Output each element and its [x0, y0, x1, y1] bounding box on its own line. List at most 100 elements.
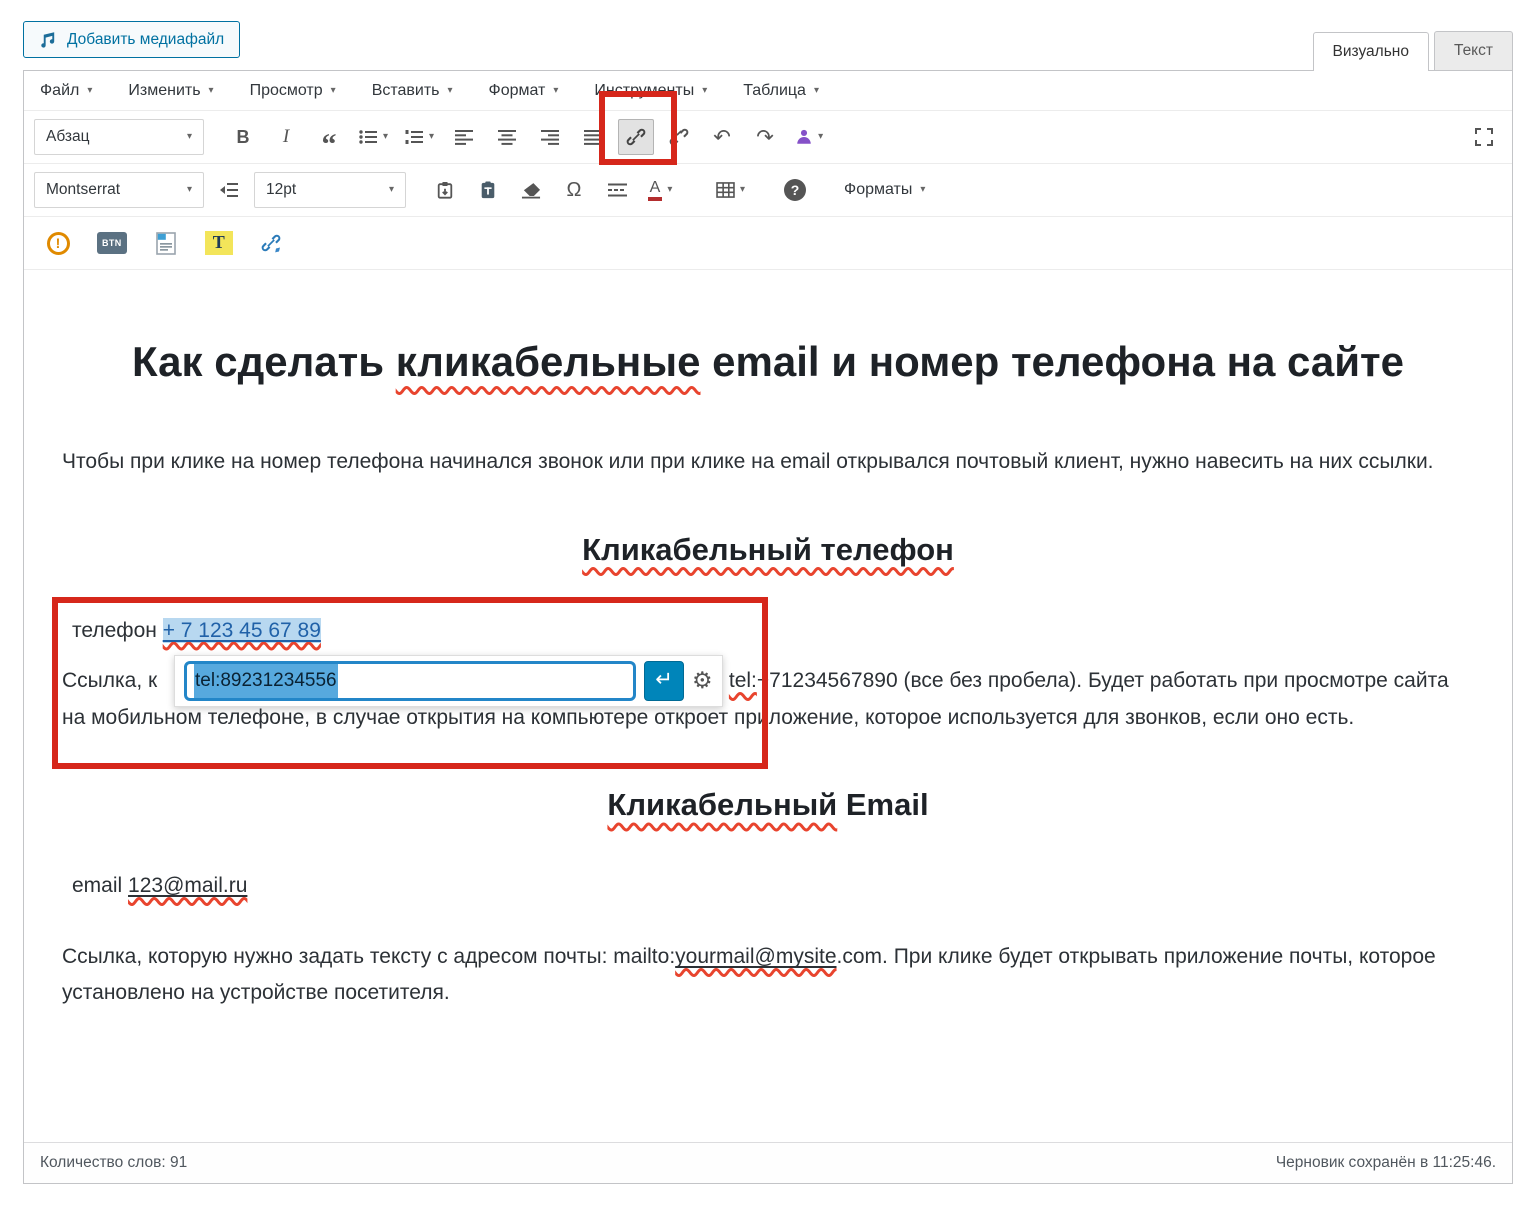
tel-scheme-text: tel: — [728, 669, 757, 693]
tab-text[interactable]: Текст — [1433, 31, 1513, 70]
table-icon — [716, 182, 735, 198]
help-button[interactable]: ? — [777, 172, 813, 208]
read-more-icon — [607, 183, 627, 197]
outdent-icon — [219, 183, 238, 197]
phone-link[interactable]: + 7 123 45 67 89 — [163, 619, 321, 642]
tab-visual[interactable]: Визуально — [1312, 32, 1429, 71]
page-template-button[interactable] — [148, 225, 184, 261]
block-format-select[interactable]: Абзац ▾ — [34, 119, 204, 155]
font-size-value: 12pt — [266, 181, 297, 198]
page-icon — [155, 231, 176, 255]
justify-button[interactable] — [575, 119, 611, 155]
warning-shortcode-button[interactable]: ! — [40, 225, 76, 261]
align-left-icon — [455, 129, 474, 145]
menu-insert-label: Вставить — [371, 82, 440, 99]
title-text-rest: email и номер телефона на сайте — [700, 338, 1404, 385]
button-shortcode-button[interactable]: BTN — [92, 225, 132, 261]
menu-tools[interactable]: Инструменты ▾ — [594, 82, 707, 100]
status-bar: Количество слов: 91 Черновик сохранён в … — [24, 1142, 1512, 1183]
clipboard-icon — [481, 181, 495, 198]
email-link[interactable]: 123@mail.ru — [128, 874, 247, 897]
paste-as-text-button[interactable] — [427, 172, 463, 208]
chevron-down-icon: ▾ — [383, 131, 389, 142]
numbered-list-button[interactable]: ▾ — [400, 119, 439, 155]
email-line: email 123@mail.ru — [62, 868, 1474, 905]
email-heading-rest: Email — [837, 787, 929, 823]
accessibility-check-button[interactable]: ▾ — [790, 119, 828, 155]
outdent-button[interactable] — [211, 172, 247, 208]
undo-button[interactable]: ↶ — [704, 119, 740, 155]
fullscreen-button[interactable] — [1466, 119, 1502, 155]
fullscreen-icon — [1475, 128, 1493, 146]
chevron-down-icon: ▾ — [813, 85, 819, 96]
phone-para-prefix: Ссылка, к — [62, 669, 158, 693]
paste-from-word-button[interactable] — [470, 172, 506, 208]
email-link-squiggle: 123@mail.ru — [128, 874, 247, 897]
highlight-t-icon: T — [204, 230, 233, 256]
eraser-icon — [521, 182, 541, 198]
chevron-down-icon: ▾ — [186, 131, 192, 142]
editor-frame: Файл ▾ Изменить ▾ Просмотр ▾ Вставить ▾ Форм… — [23, 70, 1513, 1184]
read-more-button[interactable] — [599, 172, 635, 208]
redo-button[interactable]: ↷ — [747, 119, 783, 155]
formats-dropdown[interactable]: Форматы ▾ — [834, 181, 935, 199]
insert-link-button[interactable] — [618, 119, 655, 155]
align-left-button[interactable] — [446, 119, 482, 155]
align-center-button[interactable] — [489, 119, 525, 155]
text-color-button[interactable]: A ▾ — [642, 172, 678, 208]
phone-heading-text: Кликабельный телефон — [582, 531, 954, 567]
align-right-button[interactable] — [532, 119, 568, 155]
chevron-down-icon: ▾ — [553, 85, 559, 96]
email-heading-misspelled: Кликабельный — [607, 787, 838, 823]
insert-edit-link-button[interactable] — [254, 225, 290, 261]
paste-as-text-icon — [437, 181, 453, 199]
apply-link-button[interactable]: ↵ — [644, 660, 684, 701]
italic-button[interactable]: I — [268, 119, 304, 155]
media-note-icon — [41, 32, 55, 48]
text-highlight-button[interactable]: T — [200, 225, 238, 261]
bullet-list-button[interactable]: ▾ — [354, 119, 393, 155]
bold-button[interactable]: B — [225, 119, 261, 155]
font-family-select[interactable]: Montserrat ▾ — [34, 172, 204, 208]
blockquote-button[interactable]: “ — [311, 119, 347, 160]
editor-content-area[interactable]: Как сделать кликабельные email и номер т… — [24, 270, 1512, 1142]
menu-format[interactable]: Формат ▾ — [489, 82, 559, 100]
remove-link-button[interactable] — [661, 119, 697, 155]
special-character-button[interactable]: Ω — [556, 172, 592, 208]
phone-section-heading: Кликабельный телефон — [62, 523, 1474, 577]
menu-file[interactable]: Файл ▾ — [40, 82, 92, 100]
unlink-icon — [669, 128, 689, 146]
font-size-select[interactable]: 12pt ▾ — [254, 172, 406, 208]
enter-icon: ↵ — [655, 668, 673, 692]
menu-view[interactable]: Просмотр ▾ — [250, 82, 336, 100]
warning-icon: ! — [46, 231, 70, 255]
toolbar-row-2: Montserrat ▾ 12pt ▾ Ω A ▾ ▾ ? Форматы ▾ — [24, 164, 1512, 217]
email-label: email — [72, 874, 129, 898]
chevron-down-icon: ▾ — [186, 184, 192, 195]
menu-format-label: Формат — [488, 82, 546, 99]
chevron-down-icon: ▾ — [740, 184, 746, 195]
phone-demo-block: телефон + 7 123 45 67 89 Ссылка, к: tel:… — [52, 596, 1474, 769]
link-button-wrapper — [599, 91, 678, 165]
person-icon — [797, 129, 811, 144]
menu-table-label: Таблица — [743, 82, 806, 99]
selected-url-text: tel:89231234556 — [194, 663, 338, 698]
email-para-squiggle: yourmail@mysite — [675, 945, 836, 968]
table-button[interactable]: ▾ — [711, 172, 750, 208]
add-media-button[interactable]: Добавить медиафайл — [23, 21, 241, 58]
email-paragraph: Ссылка, которую нужно задать тексту с ад… — [62, 939, 1474, 1012]
chevron-down-icon: ▾ — [87, 85, 93, 96]
menu-insert[interactable]: Вставить ▾ — [372, 82, 453, 100]
chevron-down-icon: ▾ — [702, 85, 708, 96]
chevron-down-icon: ▾ — [818, 131, 824, 142]
link-settings-button[interactable]: ⚙ — [692, 669, 713, 692]
email-section-heading: Кликабельный Email — [62, 778, 1474, 832]
clear-formatting-button[interactable] — [513, 172, 549, 208]
menu-file-label: Файл — [40, 82, 80, 99]
link-url-input[interactable]: tel:89231234556 — [184, 660, 636, 701]
menu-edit[interactable]: Изменить ▾ — [128, 82, 213, 100]
chevron-down-icon: ▾ — [429, 131, 435, 142]
menu-table[interactable]: Таблица ▾ — [743, 82, 819, 100]
menu-bar: Файл ▾ Изменить ▾ Просмотр ▾ Вставить ▾ Форм… — [24, 71, 1512, 111]
chevron-down-icon: ▾ — [447, 85, 453, 96]
